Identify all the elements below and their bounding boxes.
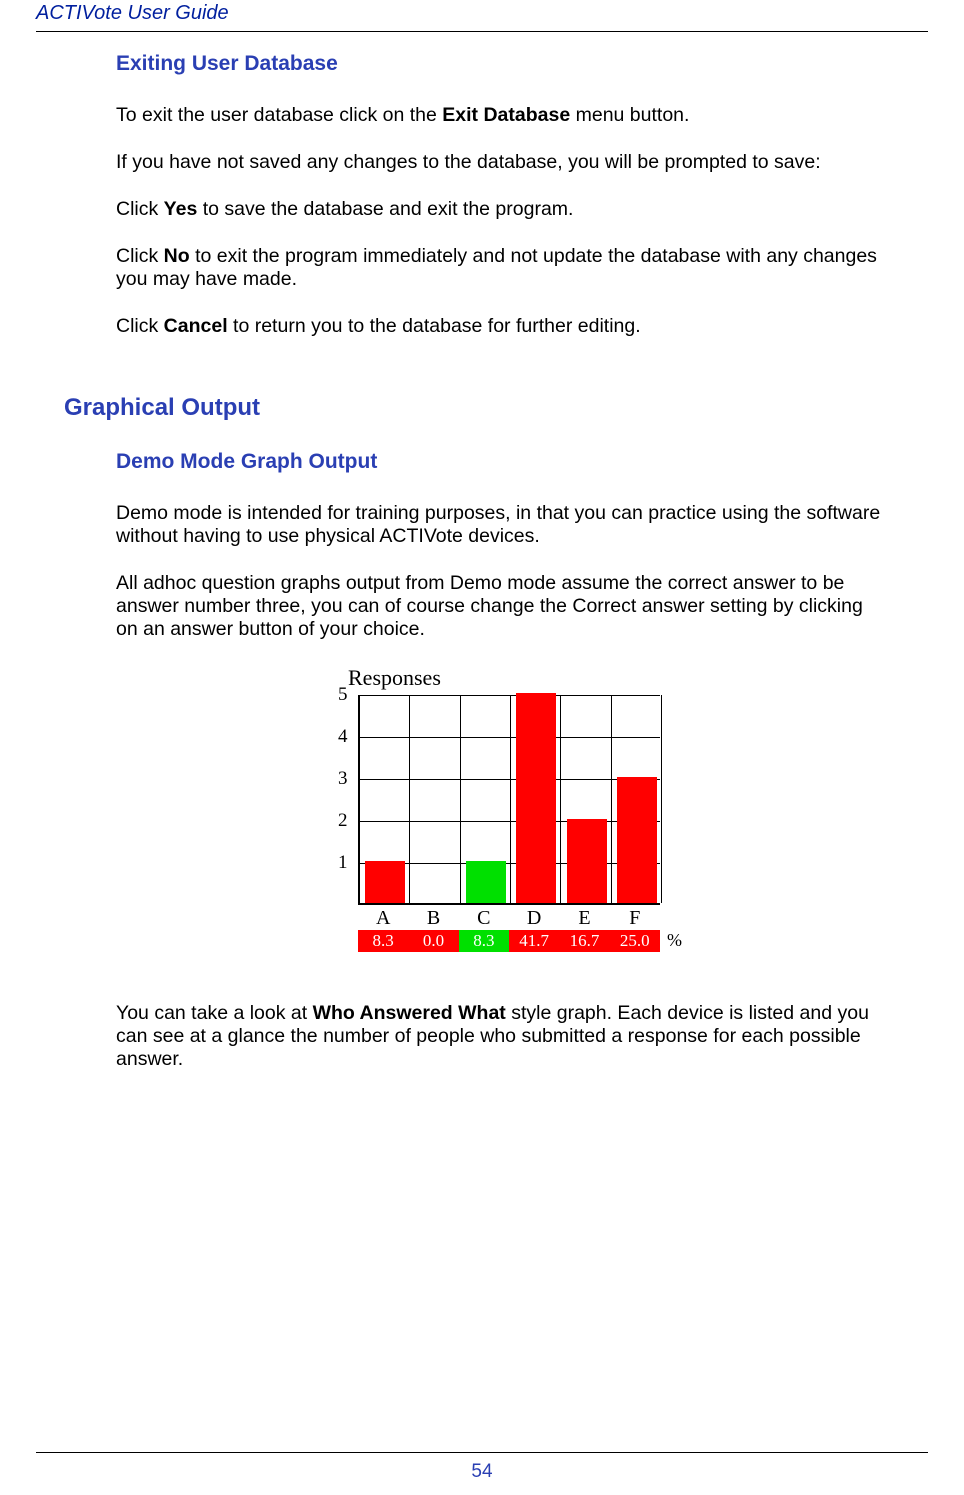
document-title: ACTIVote User Guide bbox=[36, 2, 928, 25]
section-heading-demo-mode: Demo Mode Graph Output bbox=[116, 450, 884, 474]
percent-sign: % bbox=[667, 930, 682, 951]
paragraph: Click Yes to save the database and exit … bbox=[116, 198, 884, 221]
chart-x-label: C bbox=[459, 905, 509, 930]
chart-x-label: A bbox=[358, 905, 408, 930]
who-answered-what-label: Who Answered What bbox=[313, 1002, 506, 1024]
chart-percent-cell: 41.7 bbox=[509, 930, 559, 952]
chart-x-label: F bbox=[610, 905, 660, 930]
paragraph: If you have not saved any changes to the… bbox=[116, 151, 884, 174]
paragraph: To exit the user database click on the E… bbox=[116, 104, 884, 127]
chart-plot-area: 12345 bbox=[358, 695, 660, 905]
text: to save the database and exit the progra… bbox=[197, 198, 573, 220]
header-divider bbox=[36, 31, 928, 32]
chart-x-axis: ABCDEF bbox=[358, 905, 660, 930]
section-heading-exiting: Exiting User Database bbox=[116, 52, 884, 76]
paragraph: Click No to exit the program immediately… bbox=[116, 245, 884, 291]
chart-y-tick: 1 bbox=[338, 852, 348, 874]
chart-bar bbox=[365, 861, 405, 903]
section-heading-graphical-output: Graphical Output bbox=[64, 394, 884, 422]
chart-y-tick: 4 bbox=[338, 726, 348, 748]
text: to return you to the database for furthe… bbox=[228, 315, 641, 337]
chart-percent-row: 8.30.08.341.716.725.0% bbox=[358, 930, 660, 952]
chart-percent-cell: 16.7 bbox=[559, 930, 609, 952]
no-label: No bbox=[164, 245, 190, 267]
paragraph: All adhoc question graphs output from De… bbox=[116, 572, 884, 641]
exit-database-label: Exit Database bbox=[442, 104, 570, 126]
chart-bar bbox=[466, 861, 506, 903]
chart-gridline-vertical bbox=[661, 695, 662, 903]
chart-gridline-vertical bbox=[560, 695, 561, 903]
chart-percent-cell: 8.3 bbox=[459, 930, 509, 952]
chart-title: Responses bbox=[340, 665, 660, 691]
text: To exit the user database click on the bbox=[116, 104, 442, 126]
text: to exit the program immediately and not … bbox=[116, 245, 877, 290]
text: menu button. bbox=[570, 104, 689, 126]
footer-divider bbox=[36, 1452, 928, 1453]
chart-gridline-vertical bbox=[611, 695, 612, 903]
chart-x-label: D bbox=[509, 905, 559, 930]
chart-percent-cell: 8.3 bbox=[358, 930, 408, 952]
paragraph: Demo mode is intended for training purpo… bbox=[116, 502, 884, 548]
chart-percent-cell: 0.0 bbox=[408, 930, 458, 952]
chart-y-tick: 5 bbox=[338, 684, 348, 706]
cancel-label: Cancel bbox=[164, 315, 228, 337]
chart-x-label: E bbox=[559, 905, 609, 930]
text: Click bbox=[116, 245, 164, 267]
text: Click bbox=[116, 198, 164, 220]
page-number: 54 bbox=[36, 1461, 928, 1483]
chart-y-tick: 2 bbox=[338, 810, 348, 832]
text: You can take a look at bbox=[116, 1002, 313, 1024]
chart-bar bbox=[617, 777, 657, 903]
yes-label: Yes bbox=[164, 198, 198, 220]
chart-y-tick: 3 bbox=[338, 768, 348, 790]
text: Click bbox=[116, 315, 164, 337]
chart-x-label: B bbox=[408, 905, 458, 930]
paragraph: You can take a look at Who Answered What… bbox=[116, 1002, 884, 1071]
chart-gridline-vertical bbox=[510, 695, 511, 903]
chart-gridline-vertical bbox=[409, 695, 410, 903]
responses-chart: Responses 12345 ABCDEF 8.30.08.341.716.7… bbox=[116, 665, 884, 952]
chart-bar bbox=[567, 819, 607, 903]
chart-gridline-vertical bbox=[460, 695, 461, 903]
paragraph: Click Cancel to return you to the databa… bbox=[116, 315, 884, 338]
chart-bar bbox=[516, 693, 556, 903]
chart-percent-cell: 25.0 bbox=[610, 930, 660, 952]
